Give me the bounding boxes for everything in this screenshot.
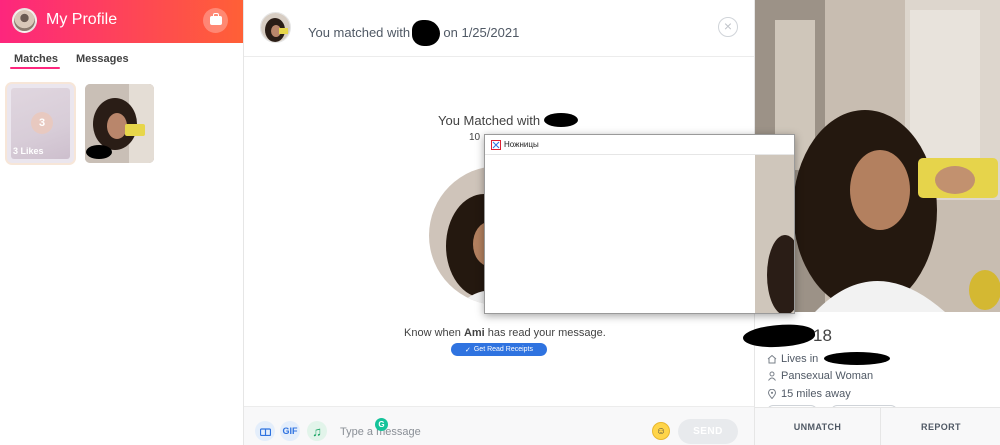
intro-title-text: You Matched with — [438, 113, 541, 128]
unmatch-button[interactable]: UNMATCH — [755, 408, 881, 445]
profile-age: 18 — [813, 326, 832, 345]
gif-icon[interactable]: GIF — [280, 421, 300, 441]
briefcase-icon — [209, 13, 222, 25]
match-avatar-photo — [261, 13, 290, 42]
my-avatar[interactable] — [12, 8, 37, 33]
grammarly-icon[interactable]: G — [375, 418, 388, 431]
tab-messages[interactable]: Messages — [76, 53, 129, 65]
get-read-receipts-label: Get Read Receipts — [473, 346, 534, 353]
sidebar-header: My Profile — [0, 0, 243, 43]
home-icon — [767, 354, 777, 363]
person-icon — [768, 371, 776, 381]
profile-orientation-row: Pansexual Woman — [767, 370, 873, 382]
my-profile-title[interactable]: My Profile — [46, 11, 117, 29]
scissors-icon — [491, 140, 501, 150]
intro-subtitle: 10 — [469, 132, 481, 143]
close-chat-button[interactable]: × — [718, 17, 738, 37]
redacted-name — [411, 20, 440, 46]
redacted-name — [543, 113, 578, 127]
read-receipts-text-after: has read your message. — [484, 327, 606, 339]
redacted-name — [742, 321, 816, 351]
orientation-text: Pansexual Woman — [781, 370, 874, 382]
match-card[interactable] — [85, 84, 154, 163]
profile-distance-row: 15 miles away — [767, 388, 851, 400]
redacted-city — [824, 352, 891, 365]
distance-text: 15 miles away — [781, 388, 851, 400]
send-button[interactable]: SEND — [678, 419, 738, 444]
match-name: Ami — [463, 327, 485, 339]
profile-actions: UNMATCH REPORT — [755, 407, 1000, 445]
chat-header: You matched with on 1/25/2021 × — [244, 0, 754, 57]
active-tab-indicator — [10, 67, 60, 69]
check-icon: ✓ — [464, 346, 471, 354]
likes-count-badge: 3 — [31, 112, 53, 134]
snipping-tool-title: Ножницы — [504, 140, 539, 149]
matched-date: on 1/25/2021 — [443, 25, 520, 40]
emoji-icon[interactable]: ☺ — [652, 422, 670, 440]
snipping-tool-content — [485, 155, 794, 313]
match-avatar[interactable] — [260, 12, 291, 43]
close-icon: × — [723, 18, 733, 34]
intro-title: You Matched with — [438, 113, 578, 128]
report-button[interactable]: REPORT — [881, 408, 1000, 445]
likes-label: 3 Likes — [13, 146, 44, 156]
tab-matches[interactable]: Matches — [14, 53, 58, 65]
location-pin-icon — [767, 389, 777, 399]
message-composer: GIF ♫ ☺ SEND — [244, 406, 754, 445]
snipping-tool-window[interactable]: Ножницы — [484, 134, 795, 314]
snipped-photo — [485, 155, 794, 313]
matched-date-text: You matched with on 1/25/2021 — [308, 20, 519, 46]
briefcase-button[interactable] — [203, 8, 228, 33]
likes-card[interactable]: 3 3 Likes — [7, 84, 74, 163]
gift-icon[interactable] — [255, 421, 275, 441]
get-read-receipts-button[interactable]: ✓ Get Read Receipts — [451, 343, 547, 356]
tinder-web-app: My Profile Matches Messages 3 3 Likes Yo… — [0, 0, 1000, 445]
read-receipts-text-before: Know when — [404, 327, 464, 339]
snipping-tool-titlebar[interactable]: Ножницы — [485, 135, 794, 155]
music-icon[interactable]: ♫ — [307, 421, 327, 441]
profile-name-age: 18 — [742, 321, 1000, 351]
match-photo — [85, 84, 154, 163]
sidebar: My Profile Matches Messages 3 3 Likes — [0, 0, 244, 445]
profile-location-row: Lives in — [767, 352, 891, 365]
lives-in-label: Lives in — [781, 352, 819, 365]
read-receipts-text: Know when Ami has read your message. — [404, 327, 606, 339]
matched-prefix: You matched with — [308, 25, 411, 40]
